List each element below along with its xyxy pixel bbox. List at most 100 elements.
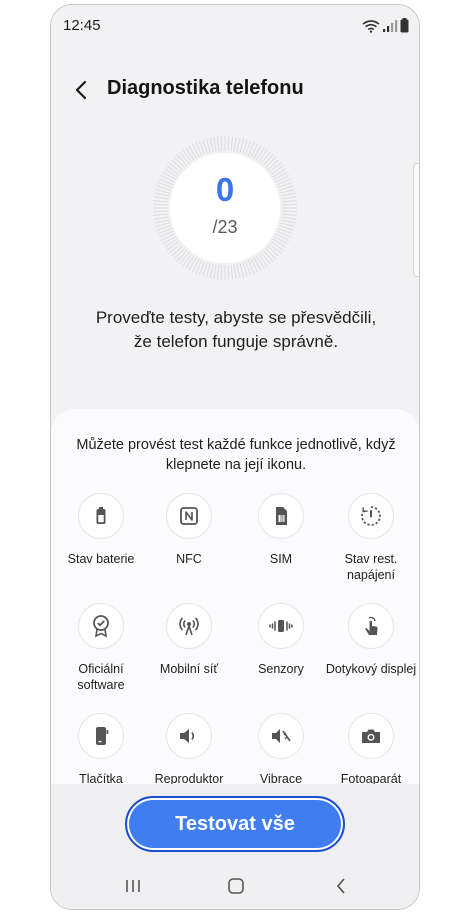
ring-tick [205,262,211,278]
home-button[interactable] [216,870,256,902]
scroll-handle[interactable] [413,163,419,277]
test-item-label: Mobilní síť [159,662,219,676]
ring-tick [268,243,282,254]
ring-tick [262,154,274,166]
recent-apps-icon [126,880,140,892]
ring-tick [233,264,237,280]
card-hint: Můžete provést test každé funkce jednotl… [76,437,396,473]
progress-ring: 0 /23 [152,135,298,281]
description-text: Proveďte testy, abyste se přesvědčili, ž… [95,308,377,351]
nav-back-button[interactable] [321,870,361,902]
test-item-label: SIM [269,552,293,566]
ring-tick [233,136,237,152]
test-item-sensors[interactable]: Senzory [235,603,327,677]
ring-tick [258,149,268,163]
bottom-bar: Testovat vše [51,784,419,909]
recent-apps-button[interactable] [113,870,153,902]
ring-tick [209,137,214,153]
test-item-sim[interactable]: SIM [235,493,327,567]
ring-tick [173,247,186,260]
ring-tick [264,247,277,260]
ring-tick [171,159,183,171]
ring-tick [179,151,190,165]
test-item-label: Oficiální software [77,662,125,692]
ring-tick [153,213,169,217]
system-nav-bar [51,870,419,902]
ring-tick [153,210,169,213]
phone-buttons-icon [96,727,109,745]
ring-tick [220,136,223,152]
test-item-speaker[interactable]: Reproduktor [143,713,235,784]
ring-tick [182,253,192,267]
chevron-left-icon [75,80,87,100]
ring-tick [191,258,200,273]
ring-tick [188,145,197,159]
ring-tick [255,147,265,161]
ring-tick [185,147,195,161]
ring-tick [281,210,297,213]
completed-count: 0 [215,171,235,208]
ring-tick [250,143,259,158]
status-icons [362,18,409,33]
test-item-label: Senzory [258,662,304,676]
test-item-touch-display[interactable]: Dotykový displej [325,603,417,677]
ring-tick [209,263,214,279]
ring-tick [253,145,262,159]
test-item-label: Stav baterie [67,552,135,566]
test-item-nfc[interactable]: NFC [143,493,235,567]
test-item-vibration[interactable]: Vibrace [235,713,327,784]
ring-tick [188,257,197,271]
test-item-camera[interactable]: Fotoaparát [325,713,417,784]
wifi-icon [362,19,380,33]
status-time: 12:45 [63,17,101,34]
ring-tick [191,143,200,158]
vibrate-icon [272,729,291,743]
ring-tick [179,251,190,265]
ring-tick [255,255,265,269]
test-item-label: Dotykový displej [325,662,417,676]
ring-tick [227,136,230,152]
restart-power-icon [361,506,381,526]
ring-tick [260,251,271,265]
back-button[interactable] [69,77,95,103]
app-header: Diagnostika telefonu [51,71,419,111]
test-item-restart-power[interactable]: Stav rest. napájení [325,493,417,583]
ring-tick [213,136,217,152]
signal-tower-icon [179,617,199,636]
ring-tick [236,137,241,153]
ring-tick [270,241,284,251]
ring-tick [272,238,286,248]
ring-tick [164,238,178,248]
ring-tick [230,136,234,152]
test-item-label: Tlačítka [79,772,123,784]
ring-tick [176,154,188,166]
ring-tick [216,264,220,280]
test-item-label: Reproduktor [154,772,224,784]
ring-tick [281,213,297,217]
ring-tick [171,245,183,257]
test-item-buttons[interactable]: Tlačítka [55,713,147,784]
test-all-button[interactable]: Testovat vše [125,796,345,852]
ring-tick [236,263,241,279]
test-item-battery[interactable]: Stav baterie [55,493,147,567]
ring-tick [258,253,268,267]
battery-icon [96,507,106,524]
touch-icon [365,616,378,635]
chevron-left-icon [336,878,345,894]
ring-tick [264,156,277,169]
ring-tick [220,264,223,280]
test-item-label: Fotoaparát [340,772,402,784]
ring-tick [182,149,192,163]
ring-tick [267,245,279,257]
ring-tick [213,264,217,280]
ring-tick [176,250,188,262]
sensor-icon [269,620,293,632]
sim-icon [276,507,287,525]
test-item-official-software[interactable]: Oficiální software [55,603,147,693]
test-item-label: Vibrace [259,772,303,784]
ring-tick [216,136,220,152]
ring-tick [205,138,211,154]
test-item-mobile-network[interactable]: Mobilní síť [143,603,235,677]
ring-tick [227,264,230,280]
battery-status-icon [400,18,409,33]
